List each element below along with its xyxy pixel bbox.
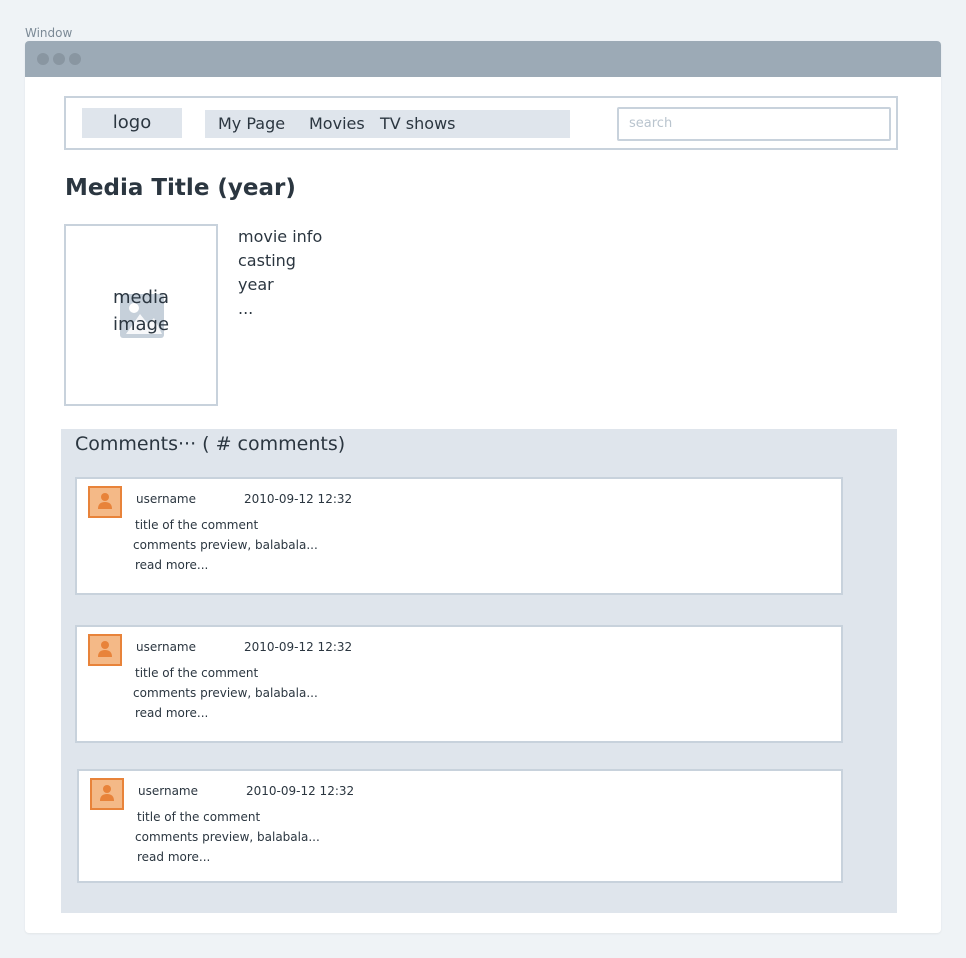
window-maximize-dot[interactable] — [69, 53, 81, 65]
nav-link-my-page[interactable]: My Page — [218, 110, 285, 138]
comment-username[interactable]: username — [136, 640, 196, 654]
avatar[interactable] — [88, 634, 122, 666]
info-casting: casting — [238, 251, 296, 270]
nav-links: My Page Movies TV shows — [205, 110, 570, 138]
window-titlebar[interactable] — [25, 41, 941, 77]
read-more-link[interactable]: read more... — [135, 706, 208, 720]
media-image-label: media image — [112, 287, 170, 335]
info-year: year — [238, 275, 274, 294]
avatar[interactable] — [90, 778, 124, 810]
user-icon — [98, 493, 112, 509]
search-input[interactable]: search — [617, 107, 891, 141]
comment-timestamp: 2010-09-12 12:32 — [246, 784, 355, 798]
read-more-link[interactable]: read more... — [137, 850, 210, 864]
comment-card: username 2010-09-12 12:32 title of the c… — [75, 625, 843, 743]
comment-preview: comments preview, balabala... — [135, 830, 320, 844]
window-minimize-dot[interactable] — [53, 53, 65, 65]
comment-preview: comments preview, balabala... — [133, 538, 318, 552]
user-icon — [98, 641, 112, 657]
media-image: media image — [64, 224, 218, 406]
avatar[interactable] — [88, 486, 122, 518]
window: logo My Page Movies TV shows search Medi… — [25, 41, 941, 933]
comment-title: title of the comment — [137, 810, 261, 824]
user-icon — [100, 785, 114, 801]
nav-link-tv-shows[interactable]: TV shows — [380, 110, 456, 138]
window-close-dot[interactable] — [37, 53, 49, 65]
read-more-link[interactable]: read more... — [135, 558, 208, 572]
comment-username[interactable]: username — [136, 492, 196, 506]
logo[interactable]: logo — [82, 108, 182, 138]
comment-title: title of the comment — [135, 518, 259, 532]
info-movie-info: movie info — [238, 227, 323, 246]
nav-link-movies[interactable]: Movies — [309, 110, 365, 138]
page-title: Media Title (year) — [65, 175, 296, 201]
comment-timestamp: 2010-09-12 12:32 — [244, 640, 353, 654]
comment-title: title of the comment — [135, 666, 259, 680]
navbar: logo My Page Movies TV shows search — [64, 96, 898, 150]
comment-timestamp: 2010-09-12 12:32 — [244, 492, 353, 506]
comment-card: username 2010-09-12 12:32 title of the c… — [75, 477, 843, 595]
comment-preview: comments preview, balabala... — [133, 686, 318, 700]
comment-username[interactable]: username — [138, 784, 198, 798]
comment-card: username 2010-09-12 12:32 title of the c… — [77, 769, 843, 883]
info-more: ... — [238, 299, 254, 318]
media-info: movie info casting year ... — [238, 225, 322, 321]
comments-section: Comments··· ( # comments) username 2010-… — [61, 429, 897, 913]
window-label: Window — [25, 26, 73, 40]
comments-header: Comments··· ( # comments) — [75, 433, 346, 455]
